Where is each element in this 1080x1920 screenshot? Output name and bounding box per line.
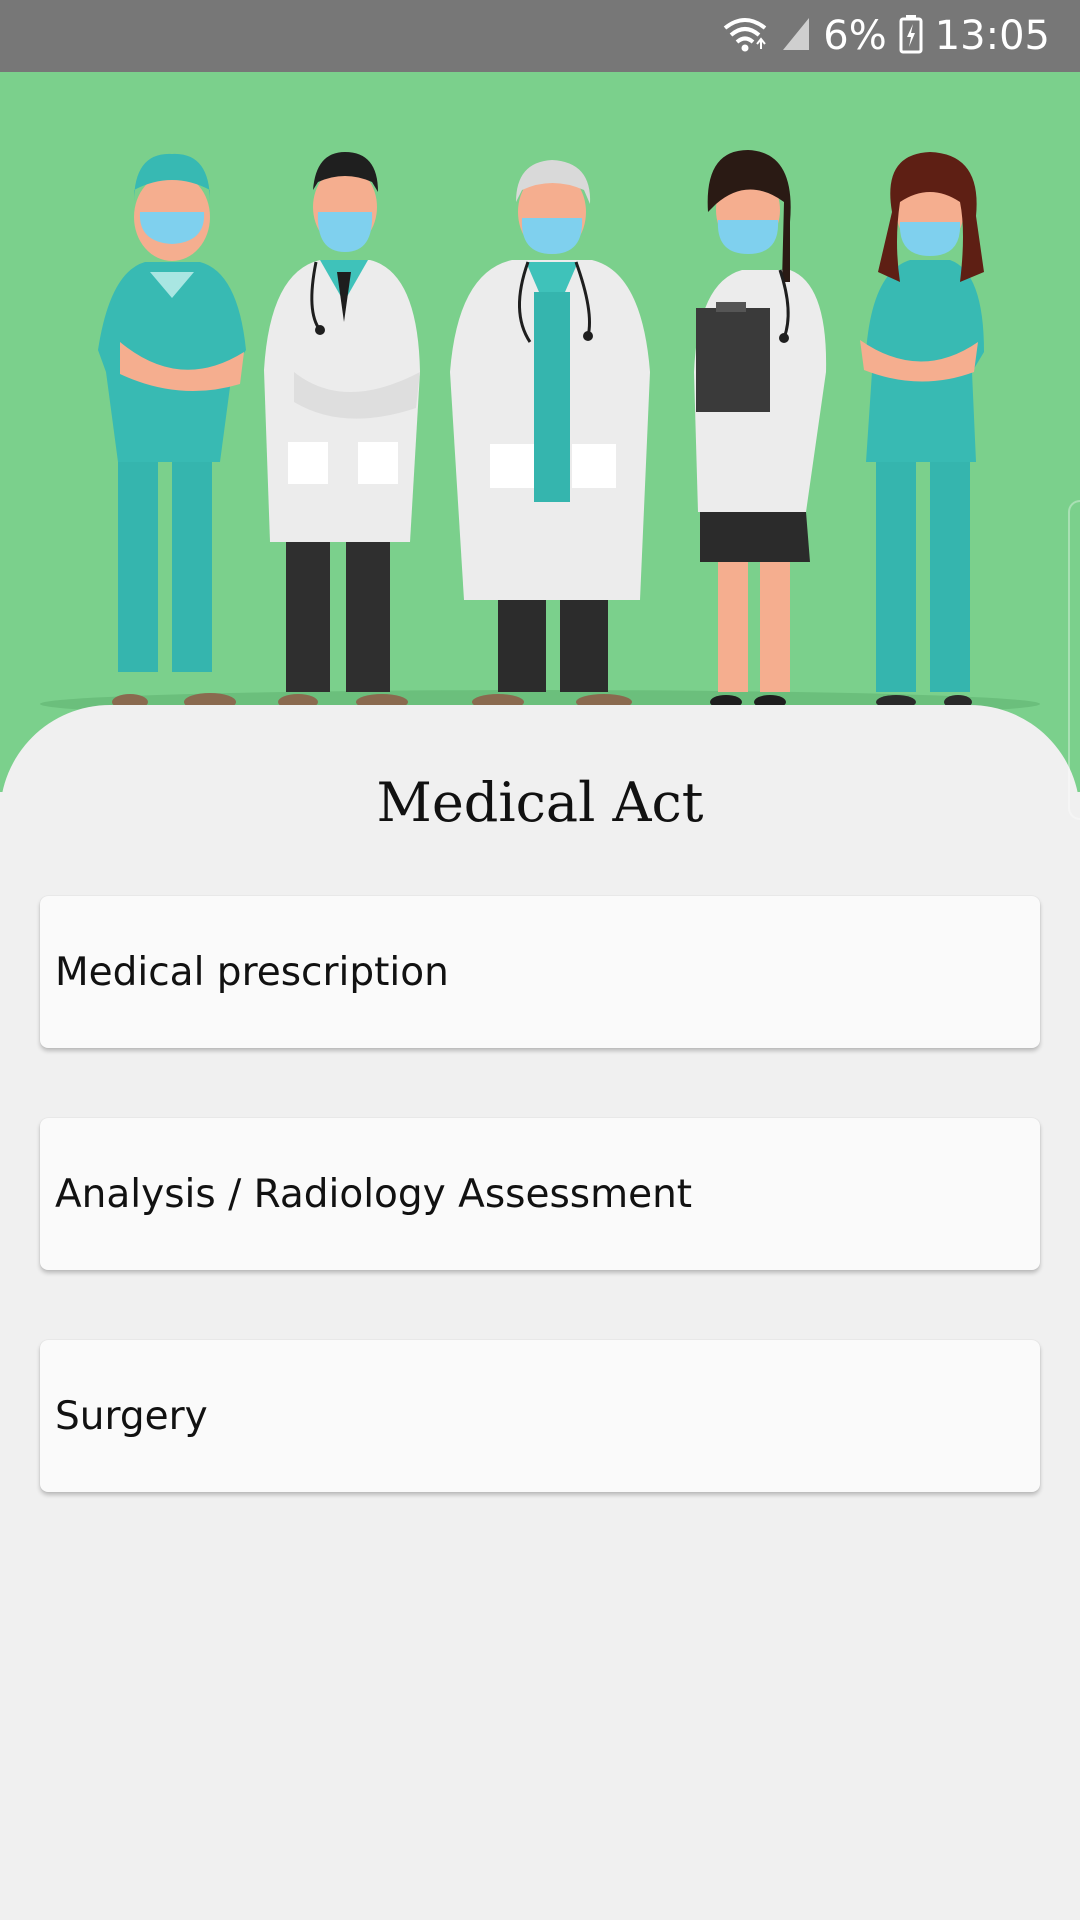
screen: 6% 13:05 Medical Act Medical prescriptio…	[0, 0, 1080, 1920]
nurse-figure	[860, 152, 984, 709]
battery-icon	[899, 14, 923, 59]
page-title: Medical Act	[376, 771, 704, 834]
option-label: Medical prescription	[55, 949, 449, 995]
status-bar: 6% 13:05	[0, 0, 1080, 72]
hero-banner	[0, 72, 1080, 792]
clock: 13:05	[934, 13, 1050, 59]
signal-icon	[781, 16, 811, 57]
option-medical-prescription[interactable]: Medical prescription	[40, 896, 1040, 1048]
doctor-figure-3	[694, 150, 827, 709]
surgeon-figure	[98, 153, 246, 711]
option-label: Surgery	[55, 1393, 208, 1439]
option-surgery[interactable]: Surgery	[40, 1340, 1040, 1492]
doctor-figure-2	[450, 160, 650, 710]
option-label: Analysis / Radiology Assessment	[55, 1171, 693, 1217]
content-sheet	[0, 705, 1080, 1920]
wifi-icon	[721, 14, 769, 59]
option-analysis-radiology[interactable]: Analysis / Radiology Assessment	[40, 1118, 1040, 1270]
status-icons: 6% 13:05	[721, 0, 1050, 72]
battery-percent: 6%	[823, 13, 887, 59]
medical-staff-illustration	[40, 150, 1040, 718]
doctor-figure-1	[264, 152, 420, 710]
